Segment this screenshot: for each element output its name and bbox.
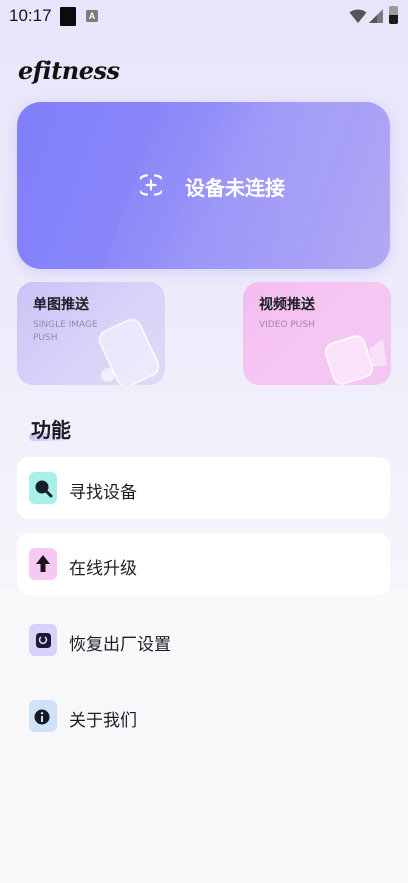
video-push-card[interactable]: 视频推送 VIDEO PUSH <box>243 282 391 385</box>
notification-icon <box>60 7 76 26</box>
find-device-label: 寻找设备 <box>69 483 137 503</box>
online-upgrade-label: 在线升级 <box>69 559 137 579</box>
notification-letter-icon: A <box>86 10 98 22</box>
push-card-title: 单图推送 <box>33 297 89 313</box>
single-image-push-card[interactable]: 单图推送 SINGLE IMAGE PUSH <box>17 282 165 385</box>
factory-reset-label: 恢复出厂设置 <box>69 635 171 655</box>
image-icon <box>98 318 160 385</box>
factory-reset-item[interactable]: 恢复出厂设置 <box>17 609 390 671</box>
battery-icon <box>389 6 398 24</box>
about-us-item[interactable]: 关于我们 <box>17 685 390 747</box>
status-bar: 10:17 A <box>0 0 408 34</box>
device-connect-card[interactable]: 设备未连接 <box>17 102 390 269</box>
about-us-label: 关于我们 <box>69 711 137 731</box>
video-icon <box>324 335 387 385</box>
device-status-label: 设备未连接 <box>185 176 285 200</box>
push-card-title: 视频推送 <box>259 297 315 313</box>
app-title: efitness <box>18 56 120 85</box>
upgrade-icon <box>29 548 57 580</box>
factory-reset-icon <box>29 624 57 656</box>
functions-section-title: 功能 <box>31 418 71 442</box>
signal-icon <box>369 9 383 23</box>
connect-device-icon <box>140 174 162 196</box>
about-icon <box>29 700 57 732</box>
status-time: 10:17 <box>9 6 52 25</box>
wifi-icon <box>349 9 367 23</box>
search-device-icon <box>29 472 57 504</box>
online-upgrade-item[interactable]: 在线升级 <box>17 533 390 595</box>
find-device-item[interactable]: 寻找设备 <box>17 457 390 519</box>
